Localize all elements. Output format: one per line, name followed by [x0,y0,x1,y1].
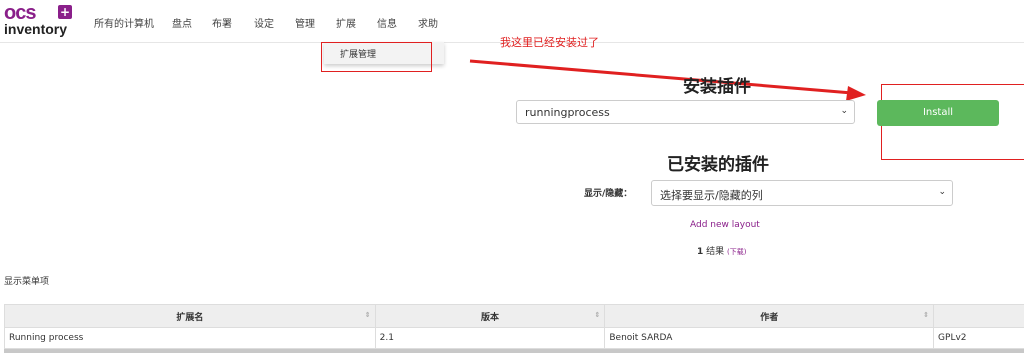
download-link[interactable]: (下载) [727,248,746,256]
chevron-down-icon: ⌄ [938,187,946,197]
column-header-name[interactable]: 扩展名 ⇕ [4,304,376,328]
plugin-select[interactable]: runningprocess ⌄ [516,100,855,124]
column-header-version[interactable]: 版本 ⇕ [374,304,606,328]
installed-plugins-title: 已安装的插件 [667,155,769,175]
chevron-down-icon: ⌄ [840,106,848,116]
cell-version: 2.1 [374,327,606,349]
sort-icon: ⇕ [364,311,371,319]
result-count-text: 结果 [703,247,727,257]
column-visibility-placeholder: 选择要显示/隐藏的列 [660,189,763,202]
table-row[interactable]: Running process 2.1 Benoit SARDA GPLv2 [4,327,1024,349]
cell-license: GPLv2 [933,327,1024,349]
sort-icon: ⇕ [923,311,930,319]
show-hide-label: 显示/隐藏： [584,189,633,199]
table-header-row: 扩展名 ⇕ 版本 ⇕ 作者 ⇕ [4,304,1024,328]
plugins-table: 扩展名 ⇕ 版本 ⇕ 作者 ⇕ Running process 2.1 Benoit … [4,304,1024,349]
column-header-license[interactable] [933,304,1024,328]
sort-icon: ⇕ [594,311,601,319]
column-visibility-select[interactable]: 选择要显示/隐藏的列 ⌄ [651,180,953,206]
result-count: 1 结果 (下载) [697,244,746,257]
annotation-arrow [469,59,866,101]
plugin-select-value: runningprocess [525,106,610,119]
column-header-author[interactable]: 作者 ⇕ [604,304,935,328]
add-new-layout-link[interactable]: Add new layout [690,220,760,230]
cell-name: Running process [4,327,376,349]
horizontal-scrollbar[interactable] [4,349,1024,353]
install-button[interactable]: Install [877,100,999,126]
cell-author: Benoit SARDA [604,327,935,349]
install-plugin-title: 安装插件 [683,77,751,97]
show-menu-items-label[interactable]: 显示菜单项 [4,274,49,287]
